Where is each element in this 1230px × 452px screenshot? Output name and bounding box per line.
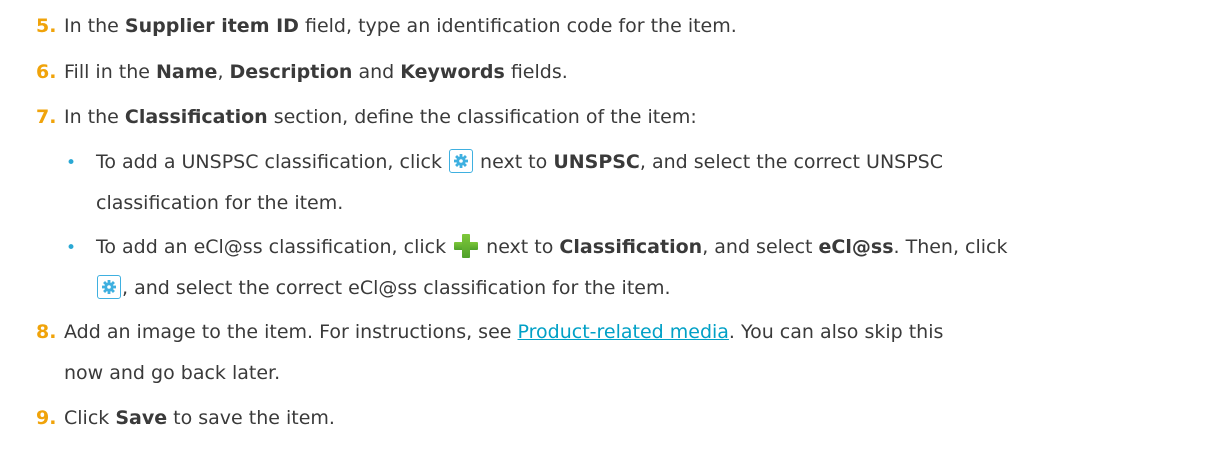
bullet-marker: • (66, 238, 77, 258)
step-text: section, define the classification of th… (267, 106, 697, 128)
bullet-text: next to (480, 236, 560, 258)
step-text: to save the item. (167, 407, 335, 429)
bullet-text: , and select (702, 236, 819, 258)
step-text: In the (64, 15, 125, 37)
step-5: 5. In the Supplier item ID field, type an… (36, 6, 1216, 46)
step-text: In the (64, 106, 125, 128)
step-number: 9. (36, 407, 57, 429)
step-text: fields. (504, 61, 568, 83)
step-number: 8. (36, 321, 57, 343)
step-text: Add an image to the item. For instructio… (64, 321, 518, 343)
step-text: Fill in the (64, 61, 157, 83)
bullet-text: . Then, click (893, 236, 1008, 258)
step-text: , (217, 61, 230, 83)
bullet-text: next to (474, 151, 554, 173)
bullet-unspsc: • To add a UNSPSC classification, click n… (66, 142, 943, 183)
bullet-text: classification for the item. (96, 192, 344, 214)
bullet-text: To add an eCl@ss classification, click (96, 236, 453, 258)
bullet-eclass-continued: , and select the correct eCl@ss classifi… (96, 268, 671, 308)
gear-icon (97, 275, 121, 299)
bullet-text: , and select the correct UNSPSC (639, 151, 943, 173)
option-eclass: eCl@ss (818, 236, 894, 258)
step-number: 7. (36, 106, 57, 128)
step-9: 9. Click Save to save the item. (36, 398, 1216, 438)
gear-icon (449, 149, 474, 173)
button-name-save: Save (115, 407, 168, 429)
step-text: field, type an identification code for t… (298, 15, 737, 37)
step-text: now and go back later. (64, 362, 281, 384)
field-name-supplier-item-id: Supplier item ID (124, 15, 299, 37)
step-number: 6. (36, 61, 57, 83)
section-name-classification: Classification (124, 106, 268, 128)
bullet-text: To add a UNSPSC classification, click (96, 151, 449, 173)
field-name-classification: Classification (559, 236, 703, 258)
step-8: 8. Add an image to the item. For instruct… (36, 312, 1216, 352)
field-name-description: Description (229, 61, 353, 83)
bullet-unspsc-continued: classification for the item. (96, 183, 343, 223)
plus-icon (454, 234, 479, 258)
step-text: . You can also skip this (728, 321, 944, 343)
bullet-eclass: • To add an eCl@ss classification, click … (66, 227, 1008, 268)
field-name-name: Name (156, 61, 218, 83)
step-text: and (352, 61, 401, 83)
step-8-continued: now and go back later. (64, 353, 280, 393)
step-number: 5. (36, 15, 57, 37)
field-name-keywords: Keywords (400, 61, 505, 83)
product-related-media-link[interactable]: Product-related media (518, 321, 729, 343)
field-name-unspsc: UNSPSC (553, 151, 640, 173)
step-6: 6. Fill in the Name, Description and Keyw… (36, 52, 1216, 92)
bullet-marker: • (66, 153, 77, 173)
bullet-text: , and select the correct eCl@ss classifi… (122, 277, 671, 299)
step-text: Click (64, 407, 116, 429)
step-7: 7. In the Classification section, define … (36, 97, 1216, 137)
